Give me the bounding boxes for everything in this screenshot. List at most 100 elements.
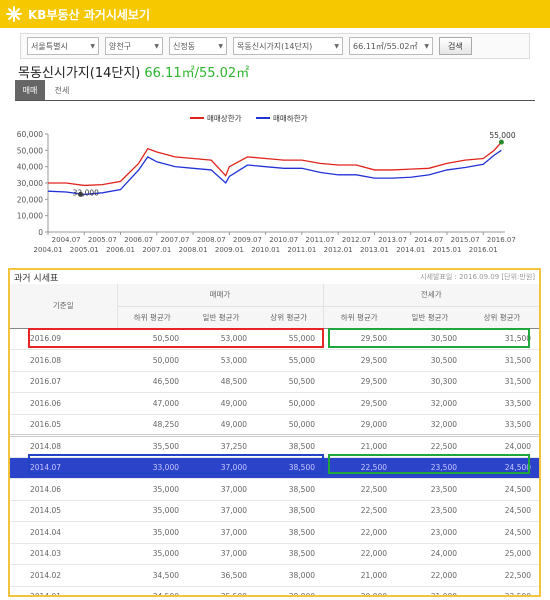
cell-price: 21,000 [323,435,395,458]
page-title: 목동신시가지(14단지) 66.11㎡/55.02㎡ [18,62,249,81]
col-header: 일반 평균가 [395,306,465,329]
cell-price: 38,500 [255,435,323,458]
dong-select[interactable]: 신정동 ▼ [169,37,227,55]
complex-select[interactable]: 목동신시가지(14단지) ▼ [233,37,343,55]
y-tick-label: 0 [38,228,43,237]
cell-price: 22,500 [465,586,539,595]
table-row: 2014.05 35,000 37,000 38,500 22,500 23,500 24,… [10,500,539,522]
cell-price: 23,500 [395,478,465,501]
cell-price: 22,500 [323,500,395,522]
table-row: 2016.06 47,000 49,000 50,000 29,500 32,000 33,… [10,392,539,415]
app-title: KB부동산 과거시세보기 [28,7,150,22]
cell-price: 20,000 [323,586,395,595]
cell-price: 22,500 [323,478,395,501]
x-tick-label: 2007.07 [160,236,189,244]
cell-price: 53,000 [187,328,255,350]
cell-price: 22,000 [323,521,395,544]
cell-date: 2016.08 [10,349,117,372]
x-tick-label: 2015.07 [451,236,480,244]
tab-jeonse[interactable]: 전세 [47,80,77,100]
search-button[interactable]: 검색 [439,37,472,55]
table-row: 2014.03 35,000 37,000 38,500 22,000 24,000 25,… [10,543,539,565]
cell-price: 24,000 [465,435,539,458]
col-header-date: 기준일 [10,284,117,329]
y-tick-label: 20,000 [17,195,43,204]
series-line-lower [47,149,502,196]
cell-date: 2016.07 [10,371,117,393]
cell-price: 34,500 [117,564,187,587]
city-select[interactable]: 서울특별시 ▼ [27,37,99,55]
cell-price: 38,000 [255,586,323,595]
cell-price: 33,000 [117,457,187,479]
cell-price: 48,500 [187,371,255,393]
x-tick-label: 2010.01 [251,246,280,254]
cell-price: 29,000 [323,414,395,437]
cell-price: 22,500 [465,564,539,587]
cell-price: 37,250 [187,435,255,458]
chevron-down-icon: ▼ [218,42,223,50]
tab-sale[interactable]: 매매 [15,80,45,100]
cell-price: 46,500 [117,371,187,393]
cell-price: 24,500 [465,478,539,501]
col-header: 상위 평균가 [465,306,539,329]
cell-price: 24,500 [465,521,539,544]
x-tick-label: 2009.01 [215,246,244,254]
cell-price: 33,500 [465,414,539,437]
cell-price: 22,000 [323,543,395,565]
district-select[interactable]: 양천구 ▼ [105,37,163,55]
x-tick-label: 2013.01 [360,246,389,254]
cell-price: 50,500 [117,328,187,350]
area-select[interactable]: 66.11㎡/55.02㎡ ▼ [349,37,433,55]
col-header: 하위 평균가 [322,306,395,329]
cell-price: 50,000 [255,414,323,437]
cell-price: 32,000 [395,392,465,415]
cell-price: 25,000 [465,543,539,565]
x-tick-label: 2009.07 [233,236,262,244]
complex-name: 목동신시가지(14단지) [18,66,141,81]
cell-price: 29,500 [323,392,395,415]
table-header-bar: 과거 시세표 시세발표일 : 2016.09.09 [단위:만원] [10,270,539,284]
cell-price: 21,000 [323,564,395,587]
annotation-marker [498,139,504,145]
price-chart-svg: 0 10,000 20,000 30,000 40,000 50,000 60,000 200… [17,113,516,254]
cell-date: 2014.01 [10,586,117,595]
tab-divider [15,100,535,101]
chevron-down-icon: ▼ [154,42,159,50]
cell-price: 37,000 [187,500,255,522]
cell-price: 35,000 [117,521,187,544]
x-tick-label: 2008.01 [179,246,208,254]
cell-price: 30,500 [395,328,465,350]
cell-price: 31,500 [465,371,539,393]
cell-price: 23,500 [395,500,465,522]
cell-price: 38,500 [255,457,323,479]
series-line-upper [48,141,502,187]
cell-price: 22,500 [395,435,465,458]
cell-date: 2014.05 [10,500,117,522]
annotation-label: 55,000 [489,131,515,140]
cell-price: 33,500 [465,392,539,415]
price-table-panel: 과거 시세표 시세발표일 : 2016.09.09 [단위:만원] 기준일 매매… [8,268,541,597]
x-tick-label: 2013.07 [378,236,407,244]
cell-price: 38,000 [255,564,323,587]
filter-bar: 서울특별시 ▼ 양천구 ▼ 신정동 ▼ 목동신시가지(14단지) ▼ 66.11㎡/55… [20,33,530,59]
cell-price: 38,500 [255,500,323,522]
table-row: 2016.08 50,000 53,000 55,000 29,500 30,500 31,… [10,349,539,372]
table-row: 2014.01 34,500 35,500 38,000 20,000 21,000 22,… [10,586,539,595]
table-title: 과거 시세표 [14,273,59,284]
x-tick-label: 2014.01 [396,246,425,254]
x-tick-label: 2016.01 [469,246,498,254]
x-tick-label: 2005.07 [88,236,117,244]
x-tick-label: 2004.07 [52,236,81,244]
table-row: 2014.08 35,500 37,250 38,500 21,000 22,500 24,… [10,435,539,458]
table-row: 2014.04 35,000 37,000 38,500 22,000 23,000 24,… [10,521,539,544]
cell-price: 50,000 [255,392,323,415]
cell-price: 48,250 [117,414,187,437]
kb-star-logo-icon [6,6,22,22]
x-tick-label: 2011.07 [306,236,335,244]
cell-price: 31,500 [465,328,539,350]
table-row: 2014.07 33,000 37,000 38,500 22,500 23,500 24,… [10,457,539,479]
cell-price: 34,500 [117,586,187,595]
cell-date: 2016.05 [10,414,117,437]
y-tick-label: 10,000 [17,212,43,221]
cell-date: 2014.02 [10,564,117,587]
